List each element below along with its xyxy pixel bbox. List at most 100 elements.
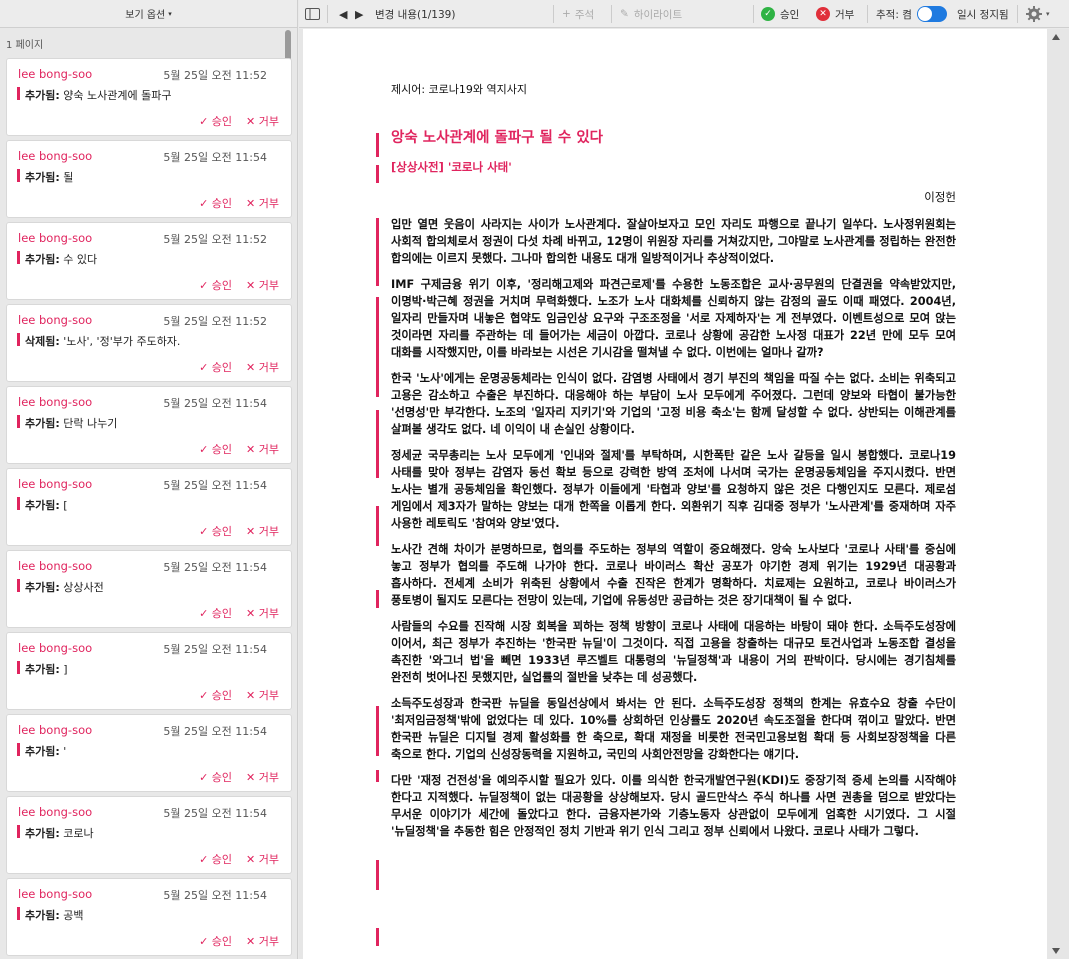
change-time: 5월 25일 오전 11:54 — [163, 397, 267, 410]
change-text: ] — [63, 663, 68, 676]
change-text: 될 — [63, 171, 74, 184]
accept-change-button[interactable]: ✓ 승인 — [199, 523, 232, 539]
change-bar — [376, 218, 379, 286]
change-card[interactable]: lee bong-soo 5월 25일 오전 11:52 추가됨: 양숙 노사관계에… — [6, 58, 292, 136]
change-card[interactable]: lee bong-soo 5월 25일 오전 11:54 추가됨: 될 ✓ 승인 ✕ 거… — [6, 140, 292, 218]
change-author: lee bong-soo — [18, 559, 93, 573]
change-card[interactable]: lee bong-soo 5월 25일 오전 11:54 추가됨: ' ✓ 승인 ✕ 거… — [6, 714, 292, 792]
reject-change-button[interactable]: ✕ 거부 — [246, 933, 279, 949]
change-marker — [17, 87, 20, 100]
change-text: 단락 나누기 — [63, 417, 118, 430]
triangle-right-icon: ▶ — [355, 7, 364, 21]
accept-change-button[interactable]: ✓ 승인 — [199, 851, 232, 867]
change-marker — [17, 743, 20, 756]
document-page[interactable]: 제시어: 코로나19와 역지사지 앙숙 노사관계에 돌파구 될 수 있다 [상상… — [303, 29, 1047, 959]
change-card[interactable]: lee bong-soo 5월 25일 오전 11:54 추가됨: [✓ 승인 ✕ 거… — [6, 468, 292, 546]
change-author: lee bong-soo — [18, 723, 93, 737]
change-description: 추가됨: 될 — [25, 169, 73, 185]
accept-button[interactable]: ✓ 승인 — [761, 0, 799, 28]
accept-change-button[interactable]: ✓ 승인 — [199, 113, 232, 129]
doc-subtitle: [상상사전] '코로나 사태' — [391, 160, 512, 174]
change-card[interactable]: lee bong-soo 5월 25일 오전 11:54 추가됨: 공백 ✓ 승인 ✕ … — [6, 878, 292, 956]
accept-change-button[interactable]: ✓ 승인 — [199, 769, 232, 785]
settings-menu-button[interactable]: ▾ — [1025, 0, 1050, 28]
reject-change-button[interactable]: ✕ 거부 — [246, 687, 279, 703]
accept-change-button[interactable]: ✓ 승인 — [199, 605, 232, 621]
change-type: 추가됨: — [25, 663, 60, 676]
reject-change-button[interactable]: ✕ 거부 — [246, 441, 279, 457]
change-marker — [17, 415, 20, 428]
change-description: 추가됨: 코로나 — [25, 825, 94, 841]
reject-change-button[interactable]: ✕ 거부 — [246, 113, 279, 129]
comment-label: 주석 — [574, 8, 595, 21]
change-type: 추가됨: — [25, 745, 60, 758]
add-comment-button[interactable]: + 주석 — [562, 0, 594, 28]
change-text: 수 있다 — [63, 253, 98, 266]
change-type: 추가됨: — [25, 417, 60, 430]
change-text: ' — [63, 745, 67, 758]
document-scrollbar[interactable] — [1052, 34, 1060, 954]
change-time: 5월 25일 오전 11:54 — [163, 889, 267, 902]
change-bar — [376, 706, 379, 756]
change-bar — [376, 590, 379, 608]
accept-change-button[interactable]: ✓ 승인 — [199, 195, 232, 211]
reject-change-button[interactable]: ✕ 거부 — [246, 851, 279, 867]
change-bar — [376, 410, 379, 478]
reject-change-button[interactable]: ✕ 거부 — [246, 605, 279, 621]
change-marker — [17, 169, 20, 182]
reject-change-button[interactable]: ✕ 거부 — [246, 195, 279, 211]
view-options-label: 보기 옵션 — [125, 10, 166, 21]
reject-label: 거부 — [835, 8, 855, 21]
change-marker — [17, 579, 20, 592]
doc-title: 앙숙 노사관계에 돌파구 될 수 있다 — [391, 130, 603, 146]
view-options-menu[interactable]: 보기 옵션 ▾ — [0, 0, 297, 28]
pause-tracking-button[interactable]: 일시 정지됨 — [957, 0, 1009, 28]
accept-change-button[interactable]: ✓ 승인 — [199, 687, 232, 703]
change-card[interactable]: lee bong-soo 5월 25일 오전 11:54 추가됨: 단락 나누기 ✓ … — [6, 386, 292, 464]
change-time: 5월 25일 오전 11:54 — [163, 151, 267, 164]
doc-paragraph: 정세균 국무총리는 노사 모두에게 '인내와 절제'를 부탁하며, 시한폭탄 같… — [391, 449, 956, 530]
next-change-button[interactable]: ▶ — [355, 0, 363, 28]
doc-paragraph: 다만 '재정 건전성'을 예의주시할 필요가 있다. 이를 의식한 한국개발연구… — [391, 774, 956, 838]
change-description: 추가됨: [ — [25, 497, 68, 513]
document-body[interactable]: 제시어: 코로나19와 역지사지 앙숙 노사관계에 돌파구 될 수 있다 [상상… — [391, 81, 956, 849]
sidebar-toggle-button[interactable] — [305, 0, 320, 28]
accept-change-button[interactable]: ✓ 승인 — [199, 441, 232, 457]
reject-change-button[interactable]: ✕ 거부 — [246, 769, 279, 785]
change-bar — [376, 297, 379, 397]
highlight-button[interactable]: ✎ 하이라이트 — [620, 0, 682, 28]
change-card[interactable]: lee bong-soo 5월 25일 오전 11:52 삭제됨: '노사', '정… — [6, 304, 292, 382]
doc-paragraph: IMF 구제금융 위기 이후, '정리해고제와 파견근로제'를 수용한 노동조합… — [391, 278, 956, 359]
change-description: 추가됨: 단락 나누기 — [25, 415, 117, 431]
reject-change-button[interactable]: ✕ 거부 — [246, 523, 279, 539]
reject-button[interactable]: ✕ 거부 — [816, 0, 854, 28]
changes-count: 변경 내용(1/139) — [375, 8, 456, 21]
doc-author: 이정헌 — [924, 190, 956, 204]
change-time: 5월 25일 오전 11:54 — [163, 807, 267, 820]
page-label: 1 페이지 — [6, 40, 44, 51]
accept-change-button[interactable]: ✓ 승인 — [199, 277, 232, 293]
change-text: 공백 — [63, 909, 84, 922]
change-card[interactable]: lee bong-soo 5월 25일 오전 11:54 추가됨: 상상사전 ✓ 승인… — [6, 550, 292, 628]
change-card[interactable]: lee bong-soo 5월 25일 오전 11:52 추가됨: 수 있다 ✓ 승인… — [6, 222, 292, 300]
triangle-left-icon: ◀ — [339, 7, 348, 21]
doc-paragraph: 사람들의 수요를 진작해 시장 회복을 꾀하는 정책 방향이 코로나 사태에 대… — [391, 620, 956, 684]
change-time: 5월 25일 오전 11:54 — [163, 479, 267, 492]
change-marker — [17, 661, 20, 674]
change-author: lee bong-soo — [18, 395, 93, 409]
prev-change-button[interactable]: ◀ — [339, 0, 347, 28]
tracking-toggle[interactable]: 추적: 켬 — [876, 0, 947, 28]
change-type: 추가됨: — [25, 909, 60, 922]
chevron-down-icon: ▾ — [1046, 10, 1050, 18]
change-bar — [376, 928, 379, 946]
reject-change-button[interactable]: ✕ 거부 — [246, 277, 279, 293]
change-card[interactable]: lee bong-soo 5월 25일 오전 11:54 추가됨: ] ✓ 승인 ✕ 거… — [6, 632, 292, 710]
toggle-switch[interactable] — [916, 6, 947, 22]
change-card[interactable]: lee bong-soo 5월 25일 오전 11:54 추가됨: 코로나 ✓ 승인 ✕… — [6, 796, 292, 874]
change-type: 추가됨: — [25, 499, 60, 512]
chevron-down-icon: ▾ — [168, 9, 172, 18]
reject-change-button[interactable]: ✕ 거부 — [246, 359, 279, 375]
accept-change-button[interactable]: ✓ 승인 — [199, 933, 232, 949]
accept-change-button[interactable]: ✓ 승인 — [199, 359, 232, 375]
document-area: 제시어: 코로나19와 역지사지 앙숙 노사관계에 돌파구 될 수 있다 [상상… — [299, 29, 1069, 959]
